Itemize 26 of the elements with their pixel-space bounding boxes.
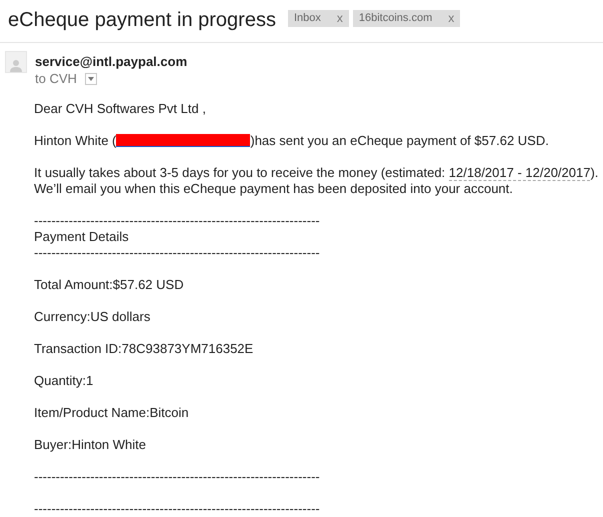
remove-label-button[interactable]: x: [336, 10, 343, 27]
detail-text: Payment Details: [34, 229, 130, 245]
dashed-rule-text: ------------------------------------------------------------------: [34, 469, 321, 485]
label-name: 16bitcoins.com: [358, 11, 432, 26]
label-name: Inbox: [294, 11, 321, 26]
dashed-rule-text: ------------------------------------------------------------------: [34, 245, 321, 261]
dashed-rule-text: ------------------------------------------------------------------: [34, 501, 321, 517]
recipient-text: to CVH: [35, 71, 77, 87]
message-text: )has sent you an eCheque payment of $57.62 USD.: [250, 133, 549, 148]
detail-text: Buyer:Hinton White: [34, 437, 147, 453]
detail-text: Total Amount:$57.62 USD: [34, 277, 185, 293]
greeting-text: Dear CVH Softwares Pvt Ltd ,: [34, 101, 207, 117]
remove-label-button[interactable]: x: [448, 10, 454, 27]
avatar-icon: [5, 51, 27, 73]
email-subject: eCheque payment in progress: [8, 8, 276, 33]
sender-address: service@intl.paypal.com: [35, 54, 188, 70]
detail-text: Item/Product Name:Bitcoin: [34, 405, 190, 421]
detail-text: Transaction ID:78C93873YM716352E: [34, 341, 254, 357]
message-text: We’ll email you when this eCheque payment has been deposited into your account.: [34, 181, 514, 197]
detail-text: Currency:US dollars: [34, 309, 152, 325]
dashed-rule-text: ------------------------------------------------------------------: [34, 213, 321, 229]
detail-text: Quantity:1: [34, 373, 94, 389]
message-text: It usually takes about 3-5 days for you to receive the money (estimated: 12/18/2017 - 12/20/2017).: [34, 165, 600, 181]
message-text: Hinton White (: [34, 133, 116, 148]
caret-icon: [88, 77, 94, 81]
details-dropdown[interactable]: [84, 73, 97, 85]
